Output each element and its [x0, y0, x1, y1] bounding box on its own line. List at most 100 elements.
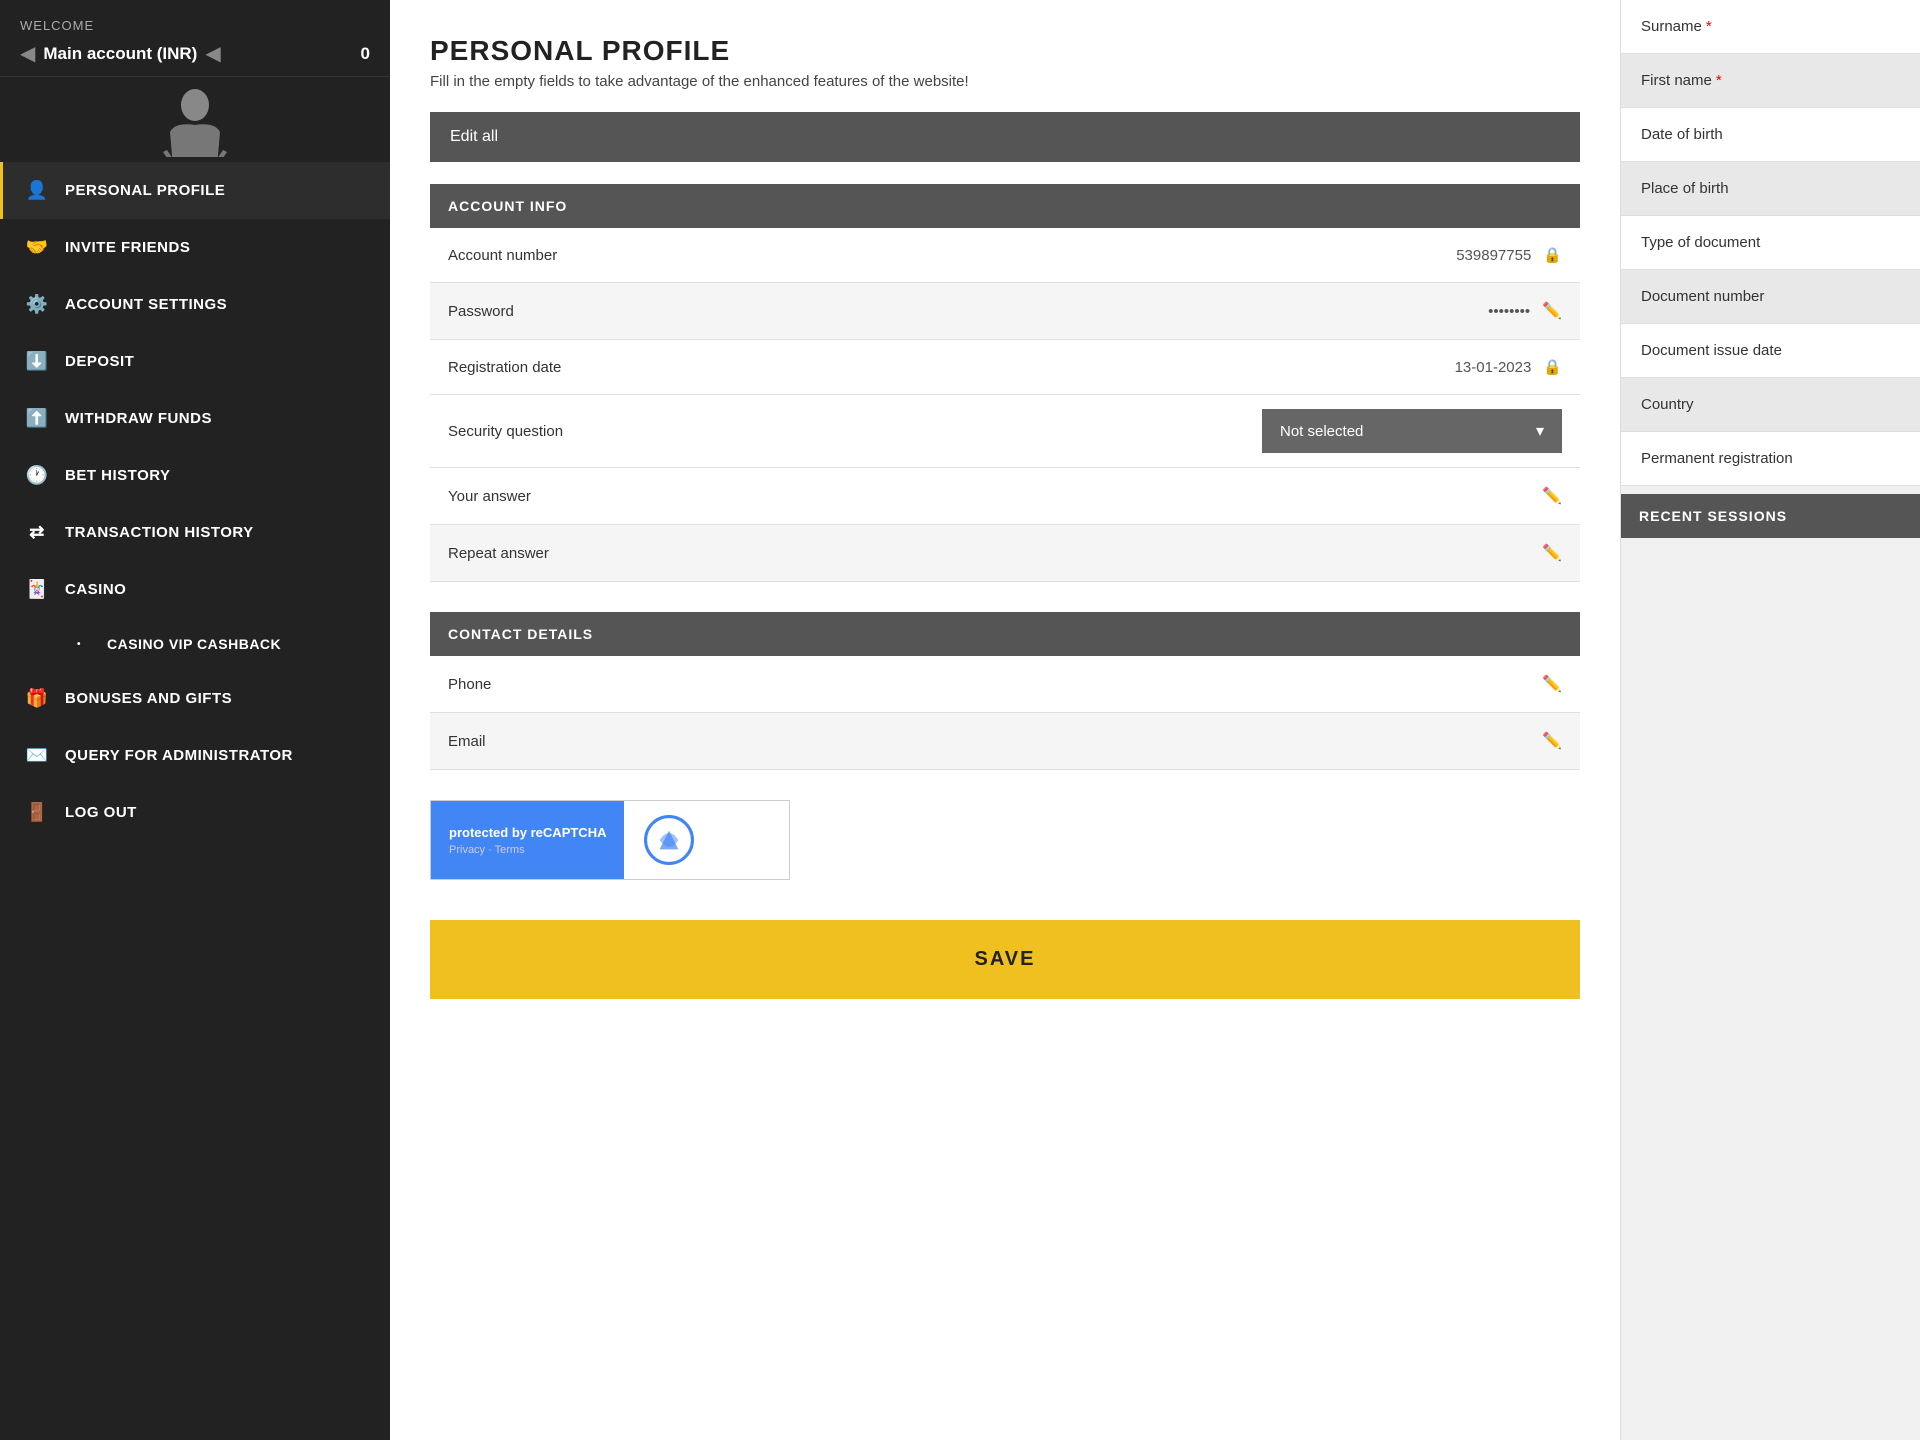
repeat-answer-row: Repeat answer ✏️: [430, 525, 1580, 582]
recent-sessions-header: RECENT SESSIONS: [1621, 494, 1920, 538]
avatar-area: [0, 77, 390, 157]
registration-date-label: Registration date: [448, 359, 561, 376]
right-panel: Surname* First name* Date of birth Place…: [1620, 0, 1920, 1440]
sidebar-navigation: 👤 PERSONAL PROFILE 🤝 INVITE FRIENDS ⚙️ A…: [0, 162, 390, 841]
email-value: ✏️: [1542, 731, 1562, 751]
edit-icon[interactable]: ✏️: [1542, 301, 1562, 321]
sidebar-item-bet-history[interactable]: 🕐 BET HISTORY: [0, 447, 390, 504]
query-admin-icon: ✉️: [25, 745, 49, 766]
sidebar-item-label: LOG OUT: [65, 804, 137, 821]
sidebar-item-casino-vip[interactable]: • CASINO VIP CASHBACK: [0, 618, 390, 670]
transaction-history-icon: ⇄: [25, 522, 49, 543]
content-area: PERSONAL PROFILE Fill in the empty field…: [390, 0, 1920, 1440]
sidebar-item-label: TRANSACTION HISTORY: [65, 524, 254, 541]
recaptcha-right: [624, 801, 714, 879]
sidebar: WELCOME ◀ Main account (INR) ◀ 0 👤 PERSO…: [0, 0, 390, 1440]
repeat-answer-label: Repeat answer: [448, 545, 549, 562]
center-panel: PERSONAL PROFILE Fill in the empty field…: [390, 0, 1620, 1440]
place-of-birth-label: Place of birth: [1641, 180, 1729, 197]
sidebar-item-deposit[interactable]: ⬇️ DEPOSIT: [0, 333, 390, 390]
player-avatar: [145, 87, 245, 157]
repeat-answer-value: ✏️: [1542, 543, 1562, 563]
date-of-birth-label: Date of birth: [1641, 126, 1723, 143]
edit-all-button[interactable]: Edit all: [430, 112, 1580, 162]
page-subtitle: Fill in the empty fields to take advanta…: [430, 73, 1580, 90]
first-name-label: First name*: [1641, 72, 1722, 89]
password-row: Password •••••••• ✏️: [430, 283, 1580, 340]
account-balance: 0: [361, 44, 370, 64]
sidebar-item-casino[interactable]: 🃏 CASINO: [0, 561, 390, 618]
your-answer-value: ✏️: [1542, 486, 1562, 506]
dropdown-value: Not selected: [1280, 423, 1363, 440]
edit-icon[interactable]: ✏️: [1542, 543, 1562, 563]
deposit-icon: ⬇️: [25, 351, 49, 372]
registration-date-value: 13-01-2023 🔒: [1455, 358, 1562, 376]
your-answer-label: Your answer: [448, 488, 531, 505]
recaptcha-title: protected by reCAPTCHA: [449, 825, 606, 840]
account-name: Main account (INR): [43, 44, 197, 64]
phone-row: Phone ✏️: [430, 656, 1580, 713]
sidebar-item-invite-friends[interactable]: 🤝 INVITE FRIENDS: [0, 219, 390, 276]
lock-icon: 🔒: [1543, 358, 1562, 376]
casino-vip-icon: •: [67, 639, 91, 650]
sidebar-item-account-settings[interactable]: ⚙️ ACCOUNT SETTINGS: [0, 276, 390, 333]
casino-icon: 🃏: [25, 579, 49, 600]
bonuses-icon: 🎁: [25, 688, 49, 709]
contact-details-header: CONTACT DETAILS: [430, 612, 1580, 656]
sidebar-item-label: INVITE FRIENDS: [65, 239, 190, 256]
personal-profile-icon: 👤: [25, 180, 49, 201]
sidebar-item-personal-profile[interactable]: 👤 PERSONAL PROFILE: [0, 162, 390, 219]
phone-value: ✏️: [1542, 674, 1562, 694]
invite-friends-icon: 🤝: [25, 237, 49, 258]
document-number-label: Document number: [1641, 288, 1764, 305]
recaptcha-left: protected by reCAPTCHA Privacy · Terms: [431, 801, 624, 879]
sidebar-item-label: QUERY FOR ADMINISTRATOR: [65, 747, 293, 764]
account-number-label: Account number: [448, 247, 557, 264]
first-name-field: First name*: [1621, 54, 1920, 108]
sidebar-item-label: PERSONAL PROFILE: [65, 182, 225, 199]
sidebar-item-label: CASINO VIP CASHBACK: [107, 636, 281, 652]
sidebar-item-label: ACCOUNT SETTINGS: [65, 296, 227, 313]
email-row: Email ✏️: [430, 713, 1580, 770]
account-info-header: ACCOUNT INFO: [430, 184, 1580, 228]
account-settings-icon: ⚙️: [25, 294, 49, 315]
welcome-label: WELCOME: [20, 18, 370, 33]
account-arrows-left: ◀: [20, 41, 35, 66]
sidebar-header: WELCOME ◀ Main account (INR) ◀ 0: [0, 0, 390, 77]
sidebar-item-log-out[interactable]: 🚪 LOG OUT: [0, 784, 390, 841]
withdraw-funds-icon: ⬆️: [25, 408, 49, 429]
type-of-document-field: Type of document: [1621, 216, 1920, 270]
password-value: •••••••• ✏️: [1488, 301, 1562, 321]
security-question-dropdown[interactable]: Not selected ▾: [1262, 409, 1562, 453]
sidebar-item-label: BONUSES AND GIFTS: [65, 690, 232, 707]
edit-icon[interactable]: ✏️: [1542, 486, 1562, 506]
sidebar-item-label: DEPOSIT: [65, 353, 134, 370]
email-label: Email: [448, 733, 486, 750]
sidebar-item-bonuses[interactable]: 🎁 BONUSES AND GIFTS: [0, 670, 390, 727]
registration-date-row: Registration date 13-01-2023 🔒: [430, 340, 1580, 395]
place-of-birth-field: Place of birth: [1621, 162, 1920, 216]
edit-icon[interactable]: ✏️: [1542, 674, 1562, 694]
account-row: ◀ Main account (INR) ◀ 0: [20, 41, 370, 66]
edit-icon[interactable]: ✏️: [1542, 731, 1562, 751]
sidebar-item-transaction-history[interactable]: ⇄ TRANSACTION HISTORY: [0, 504, 390, 561]
account-number-value: 539897755 🔒: [1456, 246, 1562, 264]
sidebar-item-label: CASINO: [65, 581, 126, 598]
permanent-registration-label: Permanent registration: [1641, 450, 1793, 467]
save-button[interactable]: SAVE: [430, 920, 1580, 999]
type-of-document-label: Type of document: [1641, 234, 1760, 251]
security-question-row: Security question Not selected ▾: [430, 395, 1580, 468]
recaptcha-links[interactable]: Privacy · Terms: [449, 844, 606, 856]
log-out-icon: 🚪: [25, 802, 49, 823]
sidebar-item-query-admin[interactable]: ✉️ QUERY FOR ADMINISTRATOR: [0, 727, 390, 784]
account-arrows-right: ◀: [205, 41, 220, 66]
country-label: Country: [1641, 396, 1694, 413]
sidebar-item-label: WITHDRAW FUNDS: [65, 410, 212, 427]
document-issue-date-label: Document issue date: [1641, 342, 1782, 359]
bet-history-icon: 🕐: [25, 465, 49, 486]
sidebar-item-label: BET HISTORY: [65, 467, 171, 484]
date-of-birth-field: Date of birth: [1621, 108, 1920, 162]
sidebar-item-withdraw-funds[interactable]: ⬆️ WITHDRAW FUNDS: [0, 390, 390, 447]
recaptcha-icon: [644, 815, 694, 865]
recaptcha-area: protected by reCAPTCHA Privacy · Terms: [430, 800, 1580, 880]
